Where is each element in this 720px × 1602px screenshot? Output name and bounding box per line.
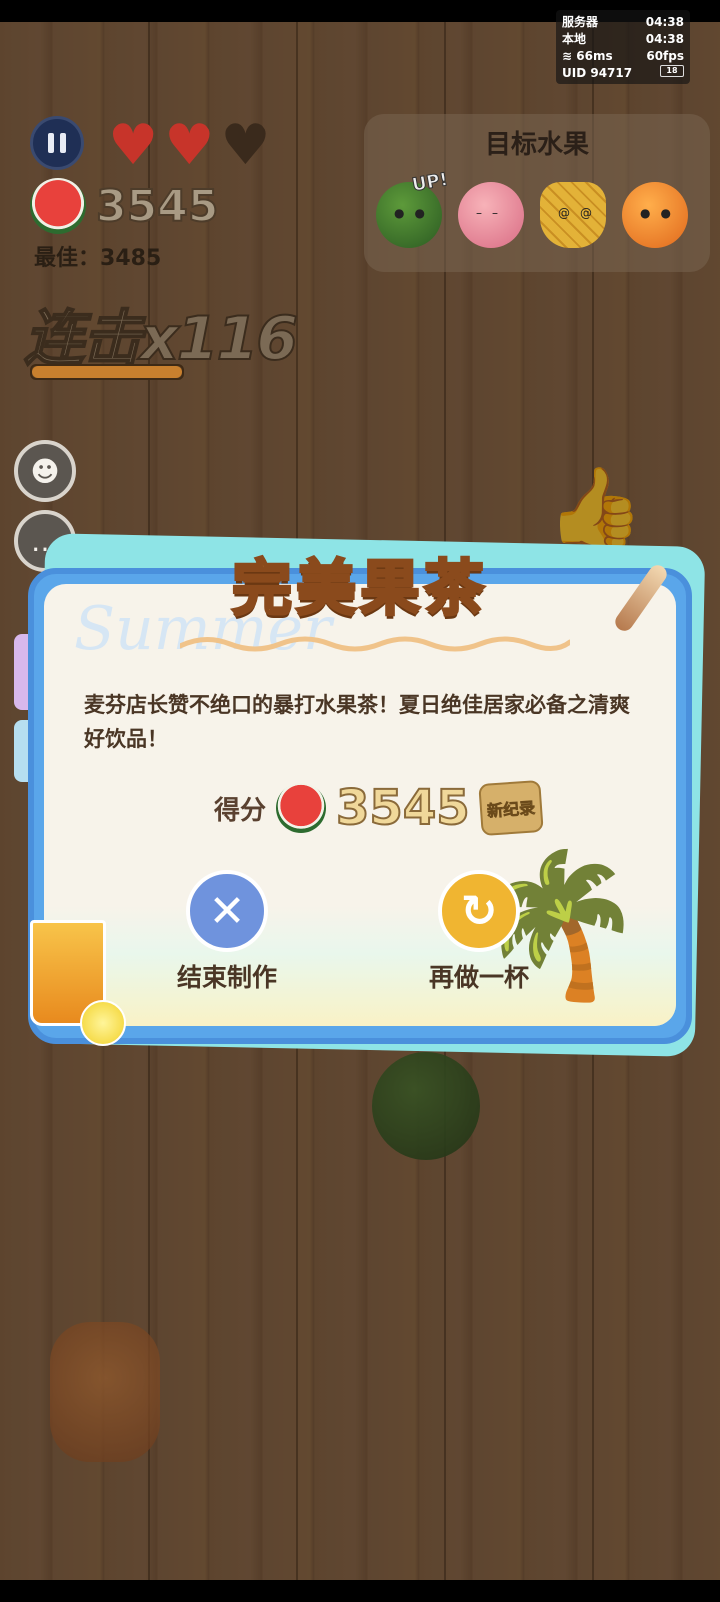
local-label: 本地 [562, 32, 587, 46]
robot-icon: ☻ [30, 454, 60, 488]
local-time: 04:38 [645, 32, 684, 46]
combo-progress-bar [30, 364, 184, 380]
ping-value: 66ms [576, 49, 613, 63]
current-score: 3545 [30, 178, 219, 234]
peach-target-icon: –– [458, 182, 524, 248]
dialog-description: 麦芬店长赞不绝口的暴打水果茶！夏日绝佳居家必备之清爽好饮品！ [84, 693, 630, 751]
heart-full-icon: ♥ [164, 113, 215, 178]
retry-button-label: 再做一杯 [428, 963, 529, 992]
lives-indicator: ♥ ♥ ♥ [108, 118, 271, 174]
uid-label: UID [562, 66, 587, 80]
best-score: 最佳：3485 [34, 240, 161, 272]
network-hud: 服务器 04:38 本地 04:38 ≋ 66ms 60fps UID 94717 18 [556, 10, 690, 84]
new-record-badge: 新纪录 [477, 779, 544, 837]
end-button-label: 结束制作 [176, 963, 277, 992]
pause-button[interactable] [30, 116, 84, 170]
final-score: 得分 3545 新纪录 [214, 779, 544, 837]
battery-icon: 18 [660, 65, 684, 77]
best-label: 最佳： [34, 246, 101, 271]
best-value: 3485 [100, 246, 162, 271]
uid-value: 94717 [590, 66, 633, 80]
watermelon-icon [276, 783, 327, 833]
up-tag: UP! [410, 169, 450, 197]
fps-value: 60fps [646, 49, 684, 63]
wave-decoration [180, 636, 570, 652]
pineapple-target-icon: @@ [540, 182, 606, 248]
dialog-title: 完美果茶 [231, 553, 488, 626]
wifi-icon: ≋ [562, 49, 573, 63]
score-value: 3545 [95, 180, 219, 233]
lemon-slice-icon [80, 1000, 126, 1046]
close-icon[interactable]: ✕ [186, 870, 268, 952]
end-button[interactable]: ✕ 结束制作 [152, 870, 302, 994]
score-label: 得分 [214, 795, 267, 826]
target-title: 目标水果 [484, 130, 589, 160]
heart-empty-icon: ♥ [220, 113, 271, 178]
target-fruit-panel: 目标水果 ●● UP! –– @@ ●● [364, 114, 710, 272]
retry-icon[interactable]: ↻ [438, 870, 520, 952]
orange-target-icon: ●● [622, 182, 688, 248]
server-label: 服务器 [562, 15, 599, 29]
robot-button[interactable]: ☻ [14, 440, 76, 502]
watermelon-icon [30, 178, 86, 234]
heart-full-icon: ♥ [108, 113, 159, 178]
pause-icon [48, 133, 54, 153]
server-time: 04:38 [645, 15, 684, 29]
combo-progress-fill [32, 366, 182, 378]
final-score-value: 3545 [335, 779, 471, 837]
pause-icon [60, 133, 66, 153]
retry-button[interactable]: ↻ 再做一杯 [404, 870, 554, 994]
